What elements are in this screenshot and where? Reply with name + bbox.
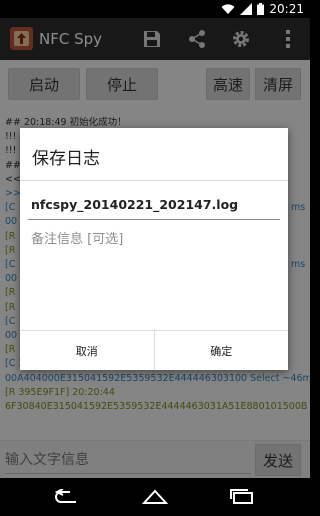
cancel-button[interactable]: 取消 <box>20 331 154 370</box>
home-icon[interactable] <box>139 487 171 507</box>
dialog-divider <box>20 180 288 181</box>
status-bar: 20:21 <box>0 0 310 18</box>
recents-icon[interactable] <box>226 487 258 507</box>
filename-field[interactable]: nfcspy_20140221_202147.log <box>28 194 280 220</box>
wifi-icon <box>221 4 235 14</box>
save-log-dialog: 保存日志 nfcspy_20140221_202147.log 备注信息 [可选… <box>20 128 288 370</box>
status-icons: 20:21 <box>221 2 304 16</box>
ok-button[interactable]: 确定 <box>153 331 289 370</box>
battery-icon <box>257 3 265 15</box>
note-field[interactable]: 备注信息 [可选] <box>28 228 280 250</box>
signal-icon <box>240 3 253 15</box>
navigation-bar <box>0 478 310 516</box>
back-icon[interactable] <box>51 487 83 507</box>
status-time: 20:21 <box>269 2 304 16</box>
dialog-title: 保存日志 <box>32 149 100 169</box>
dialog-buttons: 取消 确定 <box>20 330 288 370</box>
